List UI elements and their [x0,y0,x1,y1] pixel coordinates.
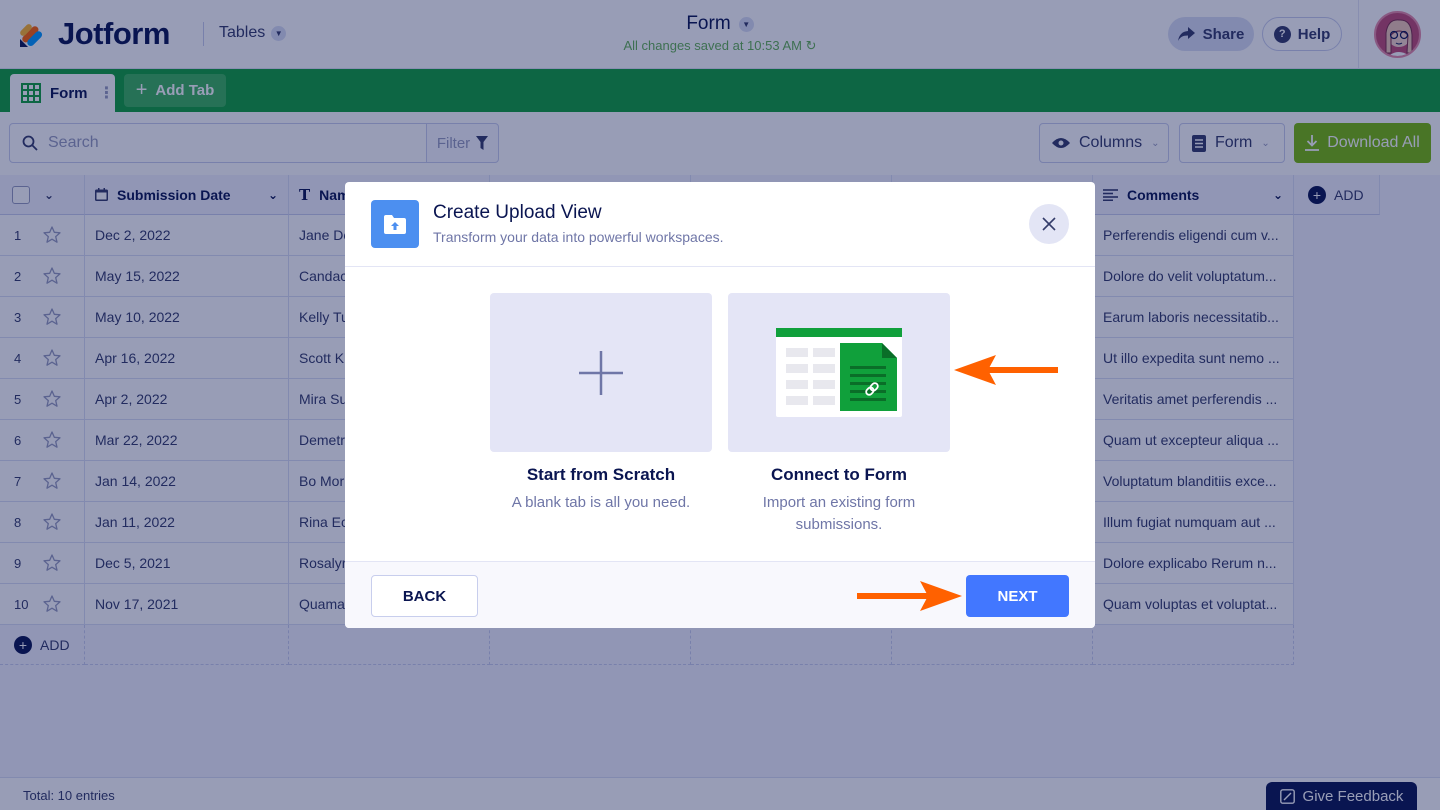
close-button[interactable] [1029,204,1069,244]
modal-subtitle: Transform your data into powerful worksp… [433,229,724,245]
close-icon [1042,217,1056,231]
start-from-scratch-option[interactable] [490,293,712,452]
plus-icon [579,351,623,395]
modal-title: Create Upload View [433,202,602,223]
start-from-scratch-title: Start from Scratch [526,465,676,484]
annotation-arrow-left-icon [954,355,1058,385]
connect-to-form-title: Connect to Form [771,465,907,484]
connect-to-form-description: Import an existing form submissions. [762,494,916,533]
start-from-scratch-description: A blank tab is all you need. [511,494,691,511]
create-upload-view-modal: Create Upload View Transform your data i… [345,182,1095,628]
spreadsheet-link-icon [776,328,902,417]
annotation-arrow-right-icon [857,581,962,611]
next-button[interactable]: NEXT [966,575,1069,617]
modal-footer: BACK NEXT [345,561,1095,628]
modal-header: Create Upload View Transform your data i… [345,182,1095,267]
back-button[interactable]: BACK [371,575,478,617]
folder-upload-icon [371,200,419,248]
connect-to-form-option[interactable] [728,293,950,452]
